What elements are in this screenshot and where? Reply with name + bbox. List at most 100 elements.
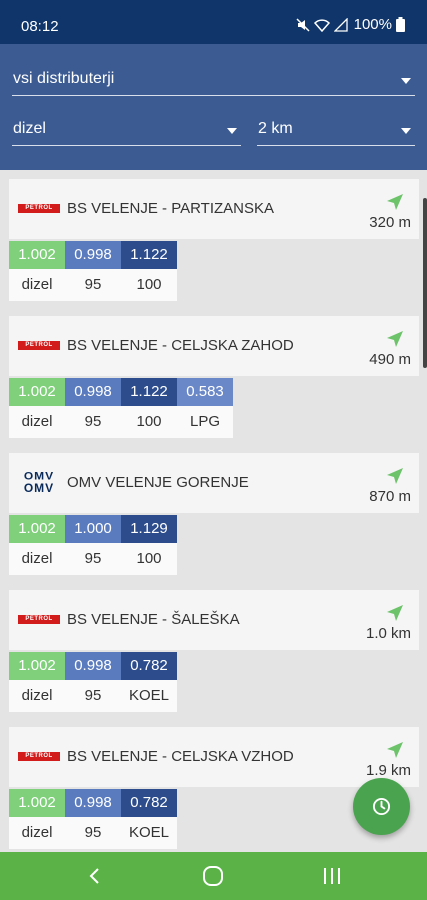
price-value: 1.002 <box>9 241 65 269</box>
station-name: OMV VELENJE GORENJE <box>67 474 249 491</box>
price-cell: 1.122 100 <box>121 378 177 438</box>
price-cell: 1.002 dizel <box>9 515 65 575</box>
system-nav-bar <box>0 852 427 900</box>
station-distance: 490 m <box>369 351 411 368</box>
back-icon <box>74 868 114 892</box>
navigation-arrow-icon[interactable] <box>385 192 405 212</box>
price-cell: 1.002 dizel <box>9 652 65 712</box>
history-fab-button[interactable] <box>353 778 410 835</box>
price-value: 1.002 <box>9 515 65 543</box>
fuel-type-label: 95 <box>65 543 121 575</box>
distributor-value: vsi distributerji <box>13 70 115 87</box>
price-value: 0.998 <box>65 378 121 406</box>
station-header[interactable]: OMV OMV OMV VELENJE GORENJE 870 m <box>9 453 419 513</box>
fuel-type-label: KOEL <box>121 680 177 712</box>
petrol-logo-mark: PETROL <box>18 615 60 624</box>
recents-icon <box>312 868 352 892</box>
home-button[interactable] <box>193 864 233 888</box>
signal-icon <box>333 17 348 32</box>
petrol-logo: PETROL <box>18 607 60 632</box>
station-header[interactable]: PETROL BS VELENJE - CELJSKA ZAHOD 490 m <box>9 316 419 376</box>
price-cell: 0.583 LPG <box>177 378 233 438</box>
fuel-type-label: dizel <box>9 680 65 712</box>
price-value: 0.998 <box>65 789 121 817</box>
dropdown-arrow-icon <box>401 78 411 84</box>
fuel-type-label: dizel <box>9 269 65 301</box>
station-distance: 1.9 km <box>365 762 411 779</box>
navigation-arrow-icon[interactable] <box>385 329 405 349</box>
battery-icon <box>396 17 405 32</box>
price-row: 1.002 dizel 1.000 95 1.129 100 <box>9 515 177 575</box>
price-value: 1.002 <box>9 378 65 406</box>
price-value: 1.002 <box>9 652 65 680</box>
petrol-logo-mark: PETROL <box>18 752 60 761</box>
radius-dropdown[interactable]: 2 km <box>257 116 415 146</box>
back-button[interactable] <box>74 864 114 888</box>
station-name: BS VELENJE - PARTIZANSKA <box>67 200 275 217</box>
fuel-type-label: LPG <box>177 406 233 438</box>
price-row: 1.002 dizel 0.998 95 0.782 KOEL <box>9 789 177 849</box>
station-distance: 320 m <box>369 214 411 231</box>
price-value: 1.129 <box>121 515 177 543</box>
price-cell: 1.002 dizel <box>9 789 65 849</box>
station-name: BS VELENJE - ŠALEŠKA <box>67 611 240 628</box>
price-row: 1.002 dizel 0.998 95 0.782 KOEL <box>9 652 177 712</box>
price-cell: 0.782 KOEL <box>121 789 177 849</box>
fuel-type-label: 95 <box>65 680 121 712</box>
fuel-type-label: KOEL <box>121 817 177 849</box>
scrollbar[interactable] <box>423 198 427 368</box>
mute-icon <box>296 17 310 32</box>
petrol-logo-mark: PETROL <box>18 204 60 213</box>
station-name: BS VELENJE - CELJSKA VZHOD <box>67 748 294 765</box>
fuel-type-label: dizel <box>9 817 65 849</box>
fuel-type-label: 95 <box>65 406 121 438</box>
navigation-arrow-icon[interactable] <box>385 466 405 486</box>
distributor-dropdown[interactable]: vsi distributerji <box>12 66 415 96</box>
fuel-type-label: 95 <box>65 269 121 301</box>
price-value: 0.583 <box>177 378 233 406</box>
dropdown-arrow-icon <box>227 128 237 134</box>
omv-logo: OMV OMV <box>18 470 60 495</box>
petrol-logo: PETROL <box>18 744 60 769</box>
price-value: 0.782 <box>121 789 177 817</box>
price-cell: 1.002 dizel <box>9 378 65 438</box>
price-cell: 1.002 dizel <box>9 241 65 301</box>
station-name: BS VELENJE - CELJSKA ZAHOD <box>67 337 294 354</box>
fuel-type-label: 95 <box>65 817 121 849</box>
petrol-logo-mark: PETROL <box>18 341 60 350</box>
home-icon <box>193 866 233 892</box>
recents-button[interactable] <box>312 864 352 888</box>
station-distance: 870 m <box>369 488 411 505</box>
fuel-value: dizel <box>13 120 46 137</box>
station-header[interactable]: PETROL BS VELENJE - PARTIZANSKA 320 m <box>9 179 419 239</box>
price-cell: 1.000 95 <box>65 515 121 575</box>
dropdown-arrow-icon <box>401 128 411 134</box>
price-cell: 0.998 95 <box>65 378 121 438</box>
station-distance: 1.0 km <box>365 625 411 642</box>
navigation-arrow-icon[interactable] <box>385 740 405 760</box>
price-value: 1.002 <box>9 789 65 817</box>
petrol-logo: PETROL <box>18 196 60 221</box>
price-value: 1.122 <box>121 378 177 406</box>
fuel-type-label: 100 <box>121 406 177 438</box>
radius-value: 2 km <box>258 120 293 137</box>
fuel-type-label: 100 <box>121 269 177 301</box>
wifi-icon <box>313 18 330 32</box>
omv-logo-top: OMV <box>23 469 55 483</box>
navigation-arrow-icon[interactable] <box>385 603 405 623</box>
filter-panel: vsi distributerji dizel 2 km <box>0 44 427 170</box>
battery-percent: 100% <box>353 16 392 33</box>
station-list[interactable]: PETROL BS VELENJE - PARTIZANSKA 320 m 1.002… <box>0 170 427 852</box>
price-cell: 1.122 100 <box>121 241 177 301</box>
price-cell: 0.998 95 <box>65 789 121 849</box>
petrol-logo: PETROL <box>18 333 60 358</box>
fuel-type-label: dizel <box>9 406 65 438</box>
status-bar: 08:12 100% <box>0 0 427 44</box>
station-header[interactable]: PETROL BS VELENJE - CELJSKA VZHOD 1.9 km <box>9 727 419 787</box>
fuel-dropdown[interactable]: dizel <box>12 116 241 146</box>
price-cell: 0.998 95 <box>65 241 121 301</box>
station-header[interactable]: PETROL BS VELENJE - ŠALEŠKA 1.0 km <box>9 590 419 650</box>
omv-logo-bottom: OMV <box>23 481 55 495</box>
price-value: 0.782 <box>121 652 177 680</box>
status-time: 08:12 <box>21 18 59 35</box>
